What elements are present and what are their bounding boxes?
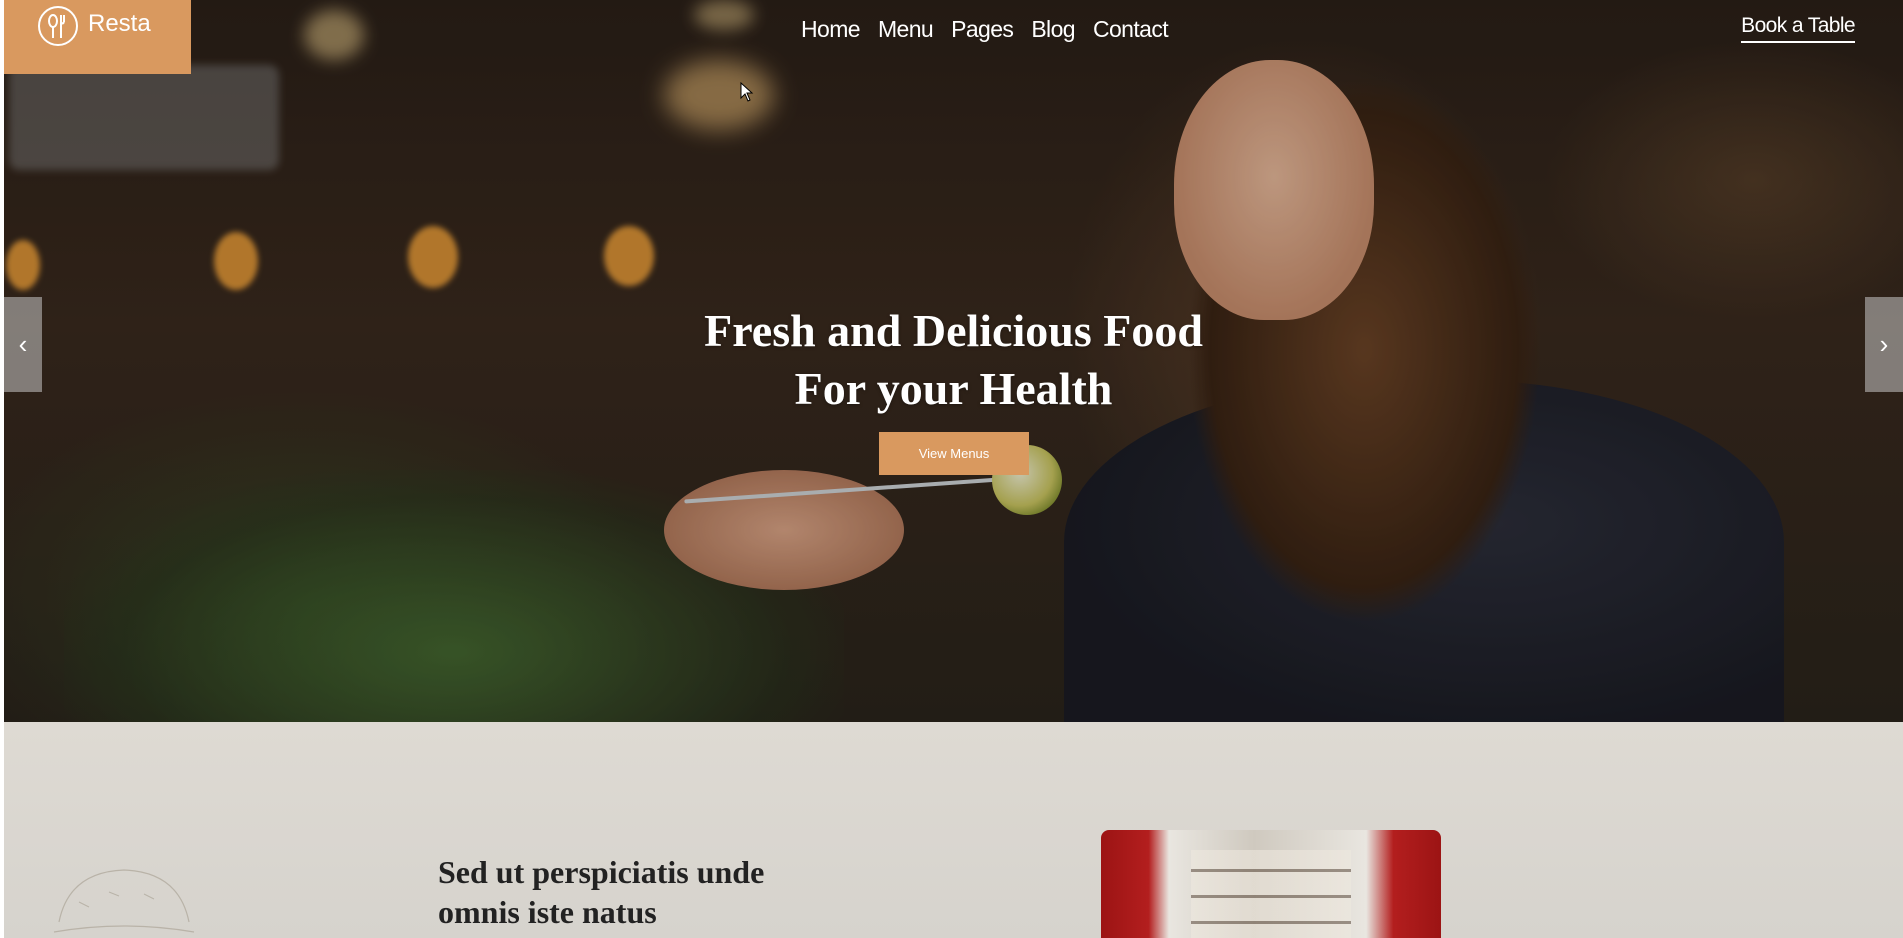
nav-blog[interactable]: Blog	[1022, 16, 1084, 43]
nav-menu[interactable]: Menu	[869, 16, 942, 43]
chevron-right-icon: ›	[1879, 329, 1889, 359]
main-nav: Home Menu Pages Blog Contact	[792, 16, 1177, 43]
about-heading-line1: Sed ut perspiciatis unde	[438, 854, 765, 890]
mouse-cursor-icon	[740, 81, 754, 107]
nav-contact[interactable]: Contact	[1084, 16, 1177, 43]
hero-title-line2: For your Health	[794, 363, 1113, 414]
restaurant-interior-image	[1101, 830, 1441, 938]
view-menus-button[interactable]: View Menus	[879, 432, 1029, 475]
fork-spoon-icon	[38, 6, 78, 46]
chevron-left-icon: ‹	[18, 329, 28, 359]
slider-next-button[interactable]: ›	[1865, 297, 1903, 392]
hero-title: Fresh and Delicious Food For your Health	[4, 302, 1903, 418]
hero-title-line1: Fresh and Delicious Food	[704, 305, 1203, 356]
logo-text: Resta	[88, 10, 151, 37]
page: Resta Home Menu Pages Blog Contact Book …	[4, 0, 1903, 938]
nav-home[interactable]: Home	[792, 16, 869, 43]
book-table-link[interactable]: Book a Table	[1741, 14, 1856, 43]
restaurant-shelf	[1191, 850, 1351, 938]
nav-pages[interactable]: Pages	[942, 16, 1022, 43]
slider-prev-button[interactable]: ‹	[4, 297, 42, 392]
about-heading: Sed ut perspiciatis unde omnis iste natu…	[438, 852, 858, 932]
hero-slider: Resta Home Menu Pages Blog Contact Book …	[4, 0, 1903, 722]
burger-outline-icon	[53, 869, 195, 933]
about-section: Sed ut perspiciatis unde omnis iste natu…	[4, 722, 1903, 938]
logo-link[interactable]: Resta	[4, 0, 191, 74]
about-heading-line2: omnis iste natus	[438, 894, 657, 930]
